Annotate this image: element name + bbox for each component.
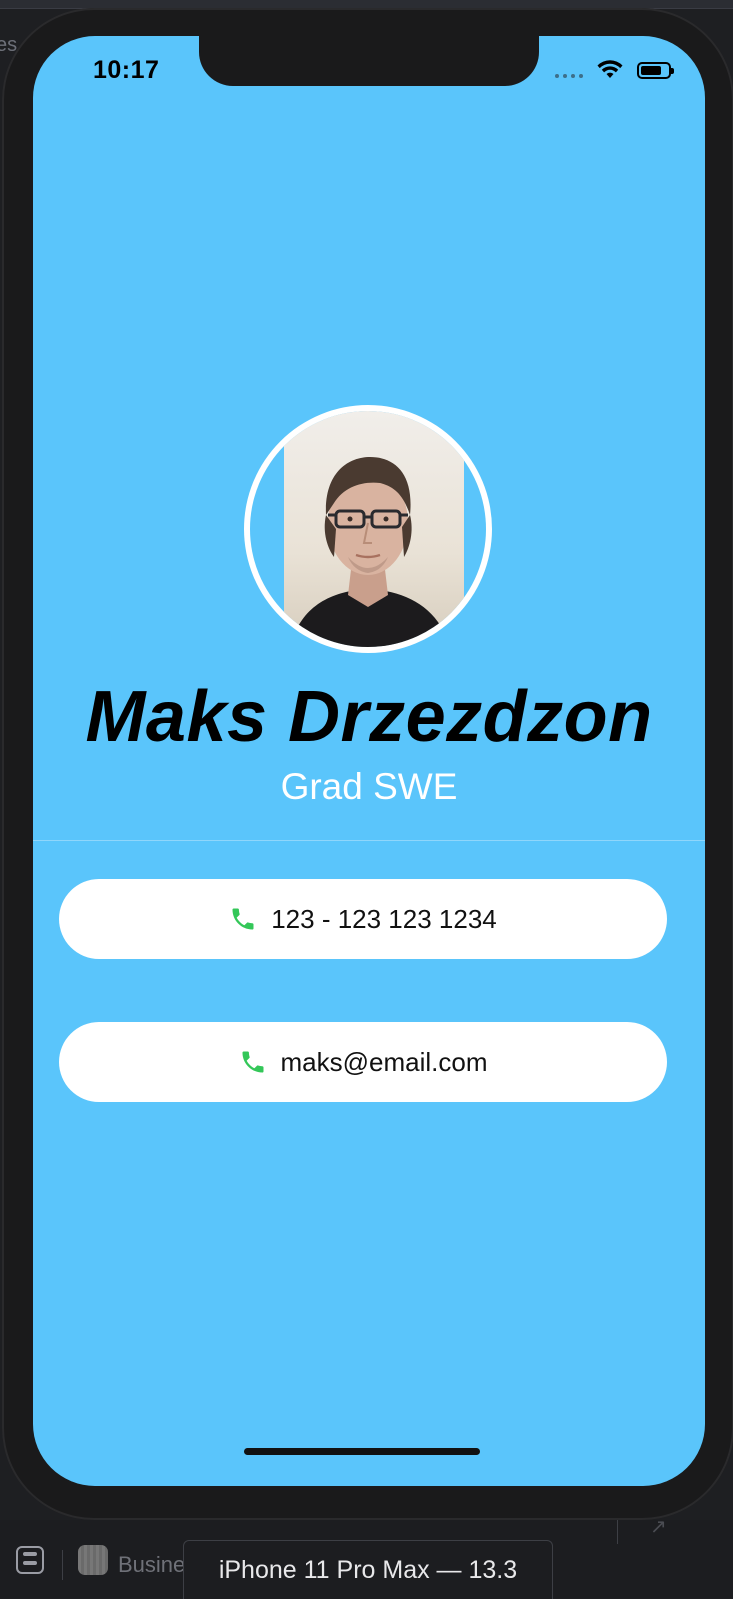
phone-icon [242, 1051, 263, 1073]
battery-icon [637, 61, 674, 79]
wifi-icon [597, 60, 623, 78]
status-icons [555, 60, 674, 80]
app-target-label[interactable]: Busine [118, 1552, 185, 1578]
corner-divider [617, 1520, 618, 1544]
toolbar-separator [62, 1550, 63, 1580]
profile-name: Maks Drzezdzon [85, 677, 653, 757]
device-settings-icon[interactable] [16, 1546, 44, 1574]
phone-icon [232, 908, 254, 930]
avatar [244, 405, 492, 653]
resize-arrow-icon[interactable]: ↗ [650, 1514, 667, 1539]
home-indicator[interactable] [244, 1448, 480, 1455]
notch [199, 36, 539, 86]
app-target-icon[interactable] [78, 1545, 108, 1575]
cellular-signal-icon [555, 62, 583, 78]
simulator-tab[interactable]: iPhone 11 Pro Max — 13.3 [183, 1540, 553, 1599]
divider [33, 840, 705, 841]
phone-number-label: 123 - 123 123 1234 [271, 903, 497, 934]
iphone-device-frame: 10:17 Maks Drzezdzon Grad SWE 123 - 123 … [2, 8, 733, 1520]
phone-contact-button[interactable]: 123 - 123 123 1234 [59, 879, 667, 959]
app-screen: 10:17 Maks Drzezdzon Grad SWE 123 - 123 … [33, 36, 705, 1486]
profile-title: Grad SWE [280, 766, 458, 807]
email-label: maks@email.com [280, 1046, 488, 1077]
profile-photo [250, 411, 486, 647]
status-time: 10:17 [93, 56, 160, 84]
email-contact-button[interactable]: maks@email.com [59, 1022, 667, 1102]
